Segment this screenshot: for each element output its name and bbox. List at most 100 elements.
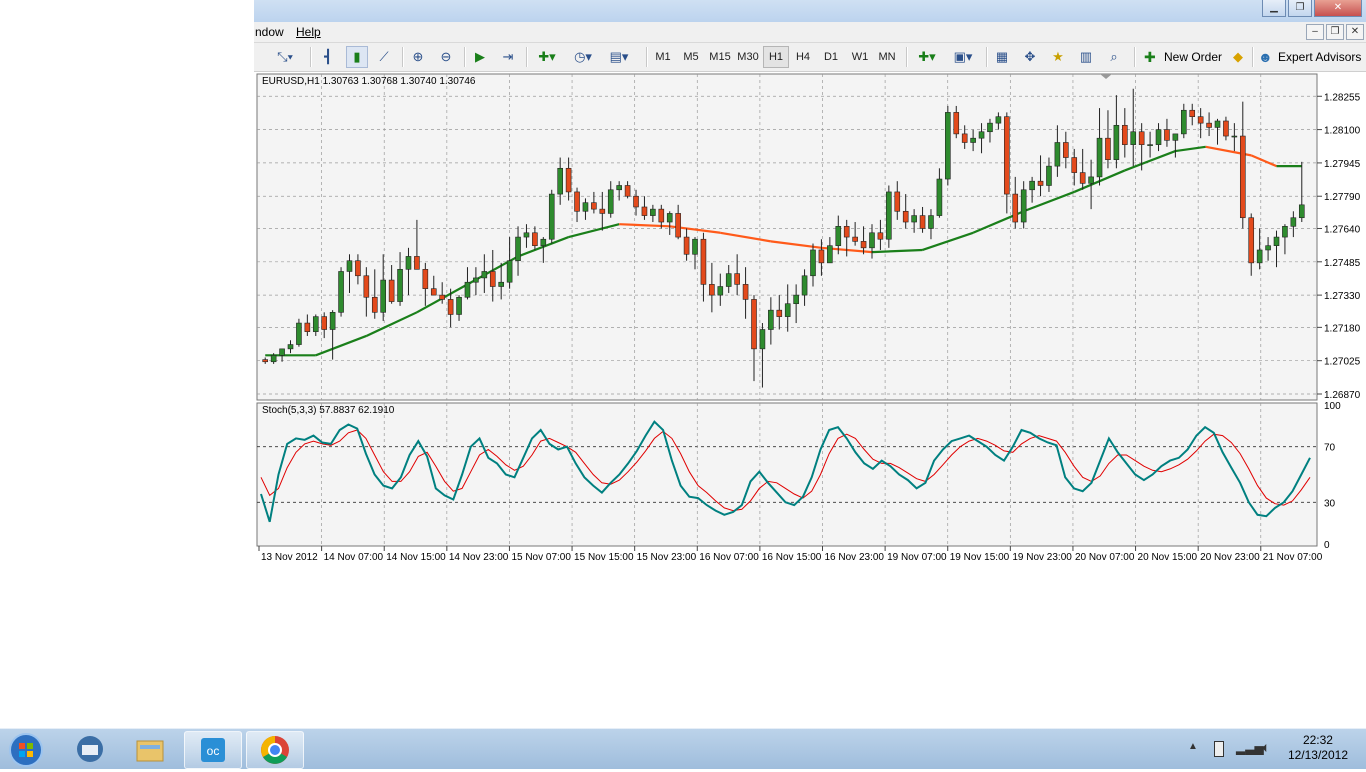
indicators-icon[interactable]: ✚▾ bbox=[532, 47, 562, 67]
chart-svg[interactable]: 1.28255 1.28100 1.27945 1.27790 1.27640 1.274… bbox=[254, 72, 1366, 564]
new-order-button[interactable]: ✚ New Order bbox=[1142, 47, 1222, 67]
stoch-tick-label: 0 bbox=[1324, 540, 1330, 551]
start-button[interactable] bbox=[4, 731, 48, 767]
tf-mn[interactable]: MN bbox=[875, 47, 899, 67]
candle-body bbox=[692, 238, 698, 255]
price-tick-label: 1.28255 bbox=[1324, 92, 1361, 103]
chart-window[interactable]: 1.28255 1.28100 1.27945 1.27790 1.27640 1.274… bbox=[254, 72, 1366, 564]
network-icon[interactable]: ▂▃▅ bbox=[1236, 741, 1264, 755]
mdi-close-button[interactable]: ✕ bbox=[1346, 24, 1364, 40]
navigator-icon[interactable]: ★ bbox=[1048, 47, 1068, 67]
candle-body bbox=[928, 215, 934, 229]
strategy-tester-icon[interactable]: ⌕ bbox=[1104, 47, 1124, 67]
taskbar-explorer[interactable] bbox=[122, 731, 178, 767]
market-watch-icon[interactable]: ▦ bbox=[992, 47, 1012, 67]
data-window-icon[interactable]: ✥ bbox=[1020, 47, 1040, 67]
candlestick-chart-icon[interactable]: ▮ bbox=[346, 46, 368, 68]
menu-window[interactable]: ndow bbox=[255, 25, 284, 39]
candle-body bbox=[523, 232, 530, 238]
taskbar-chrome[interactable] bbox=[246, 731, 304, 769]
periods-clock-icon[interactable]: ◷▾ bbox=[568, 47, 598, 67]
tf-m15[interactable]: M15 bbox=[707, 47, 733, 67]
candle-body bbox=[1265, 245, 1271, 251]
candle-body bbox=[1138, 131, 1145, 145]
tf-m1[interactable]: M1 bbox=[651, 47, 675, 67]
price-tick-label: 1.27330 bbox=[1324, 291, 1361, 302]
zoom-in-icon[interactable]: ⊕ bbox=[408, 47, 428, 67]
system-clock[interactable]: 22:32 12/13/2012 bbox=[1288, 733, 1348, 763]
toolbar-separator bbox=[646, 47, 648, 67]
candle-body bbox=[675, 213, 681, 238]
price-tick-label: 1.28100 bbox=[1324, 126, 1361, 137]
line-chart-icon[interactable]: ⟋ bbox=[374, 47, 394, 67]
candle-body bbox=[346, 260, 353, 272]
candle-body bbox=[321, 316, 328, 330]
time-tick-label: 20 Nov 23:00 bbox=[1200, 552, 1260, 563]
time-tick-label: 15 Nov 23:00 bbox=[637, 552, 697, 563]
candle-body bbox=[784, 303, 791, 317]
maximize-button[interactable]: ❐ bbox=[1288, 0, 1312, 17]
tf-h4[interactable]: H4 bbox=[791, 47, 815, 67]
taskbar-metatrader[interactable]: oc bbox=[184, 731, 242, 769]
folder-icon bbox=[136, 740, 164, 762]
candle-body bbox=[1046, 165, 1052, 186]
price-tick-label: 1.27945 bbox=[1324, 159, 1361, 170]
toolbar-separator bbox=[464, 47, 466, 67]
time-tick-label: 14 Nov 07:00 bbox=[324, 552, 384, 563]
candle-body bbox=[1088, 176, 1094, 184]
candle-body bbox=[1223, 120, 1229, 137]
toolbar-separator bbox=[1252, 47, 1254, 67]
candle-body bbox=[380, 279, 386, 313]
warning-icon[interactable]: ◆ bbox=[1228, 47, 1248, 67]
show-hidden-icons[interactable]: ▲ bbox=[1188, 741, 1198, 752]
candle-body bbox=[793, 294, 799, 305]
toolbar: ⤡▾ ┫ ▮ ⟋ ⊕ ⊖ ▶ ⇥ ✚▾ ◷▾ ▤▾ M1 M5 M15 M30 … bbox=[254, 43, 1366, 72]
candle-body bbox=[565, 167, 572, 193]
chart-shift-icon[interactable]: ⇥ bbox=[498, 47, 518, 67]
mdi-restore-button[interactable]: ❐ bbox=[1326, 24, 1344, 40]
candle-body bbox=[515, 236, 521, 262]
volume-icon[interactable]: 🔈︎ bbox=[1262, 739, 1270, 756]
expert-advisors-button[interactable]: ☻ Expert Advisors bbox=[1256, 47, 1361, 67]
candle-body bbox=[945, 112, 951, 180]
tf-m5[interactable]: M5 bbox=[679, 47, 703, 67]
terminal-icon[interactable]: ▥ bbox=[1076, 47, 1096, 67]
time-tick-label: 21 Nov 07:00 bbox=[1263, 552, 1323, 563]
candle-body bbox=[818, 249, 825, 264]
time-tick-label: 20 Nov 07:00 bbox=[1075, 552, 1135, 563]
tf-h1[interactable]: H1 bbox=[763, 46, 789, 68]
candle-body bbox=[827, 245, 833, 264]
new-chart-icon[interactable]: ✚▾ bbox=[912, 47, 942, 67]
candle-body bbox=[768, 309, 774, 330]
candle-body bbox=[1147, 144, 1153, 146]
tf-d1[interactable]: D1 bbox=[819, 47, 843, 67]
crosshair-arrow-icon[interactable]: ⤡▾ bbox=[272, 47, 298, 67]
templates-icon[interactable]: ▤▾ bbox=[604, 47, 634, 67]
tf-w1[interactable]: W1 bbox=[848, 47, 872, 67]
zoom-out-icon[interactable]: ⊖ bbox=[436, 47, 456, 67]
taskbar-thunderbird[interactable] bbox=[62, 731, 118, 767]
candle-body bbox=[919, 215, 926, 229]
candle-body bbox=[1197, 116, 1204, 124]
profiles-icon[interactable]: ▣▾ bbox=[948, 47, 978, 67]
price-tick-label: 1.27485 bbox=[1324, 258, 1361, 269]
tf-m30[interactable]: M30 bbox=[735, 47, 761, 67]
candle-body bbox=[995, 116, 1002, 124]
battery-icon[interactable] bbox=[1214, 741, 1224, 757]
mdi-minimize-button[interactable]: – bbox=[1306, 24, 1324, 40]
candle-body bbox=[1004, 116, 1010, 195]
autoscroll-icon[interactable]: ▶ bbox=[470, 47, 490, 67]
stoch-label: Stoch(5,3,3) 57.8837 62.1910 bbox=[262, 405, 395, 416]
minimize-button[interactable]: ▁ bbox=[1262, 0, 1286, 17]
candle-body bbox=[936, 178, 943, 216]
time-tick-label: 20 Nov 15:00 bbox=[1138, 552, 1198, 563]
bar-chart-icon[interactable]: ┫ bbox=[318, 47, 338, 67]
candle-body bbox=[582, 202, 589, 212]
candle-body bbox=[548, 193, 555, 240]
candle-body bbox=[1298, 204, 1305, 219]
candle-body bbox=[776, 309, 783, 317]
close-button[interactable]: ✕ bbox=[1314, 0, 1362, 17]
menu-help[interactable]: Help bbox=[296, 25, 321, 39]
candle-body bbox=[312, 316, 319, 332]
candle-body bbox=[877, 232, 884, 240]
